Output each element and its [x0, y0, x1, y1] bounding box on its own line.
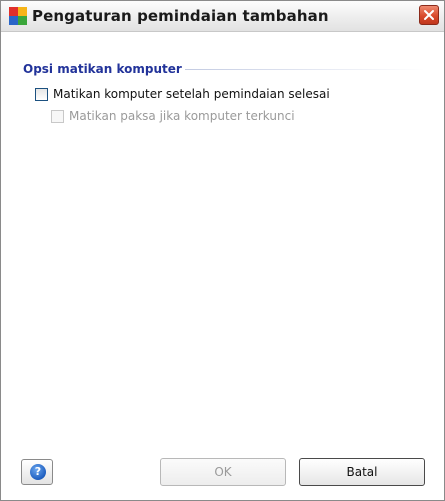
- window-title: Pengaturan pemindaian tambahan: [32, 7, 329, 25]
- ok-button[interactable]: OK: [160, 458, 286, 486]
- close-button[interactable]: [419, 5, 439, 25]
- help-icon: ?: [30, 464, 46, 480]
- title-bar[interactable]: Pengaturan pemindaian tambahan: [1, 1, 444, 32]
- dialog-window: Pengaturan pemindaian tambahan Opsi mati…: [0, 0, 445, 501]
- avg-app-icon: [9, 7, 27, 25]
- force-shutdown-checkbox: [51, 109, 64, 123]
- shutdown-after-scan-label: Matikan komputer setelah pemindaian sele…: [53, 87, 330, 101]
- close-icon: [424, 10, 434, 20]
- section-title: Opsi matikan komputer: [23, 62, 182, 76]
- shutdown-after-scan-checkbox[interactable]: [35, 87, 48, 101]
- option-force-shutdown: Matikan paksa jika komputer terkunci: [51, 109, 295, 123]
- force-shutdown-label: Matikan paksa jika komputer terkunci: [69, 109, 295, 123]
- option-shutdown-after-scan[interactable]: Matikan komputer setelah pemindaian sele…: [35, 87, 330, 101]
- section-divider: [185, 69, 425, 70]
- help-button[interactable]: ?: [21, 459, 53, 485]
- cancel-button[interactable]: Batal: [299, 458, 425, 486]
